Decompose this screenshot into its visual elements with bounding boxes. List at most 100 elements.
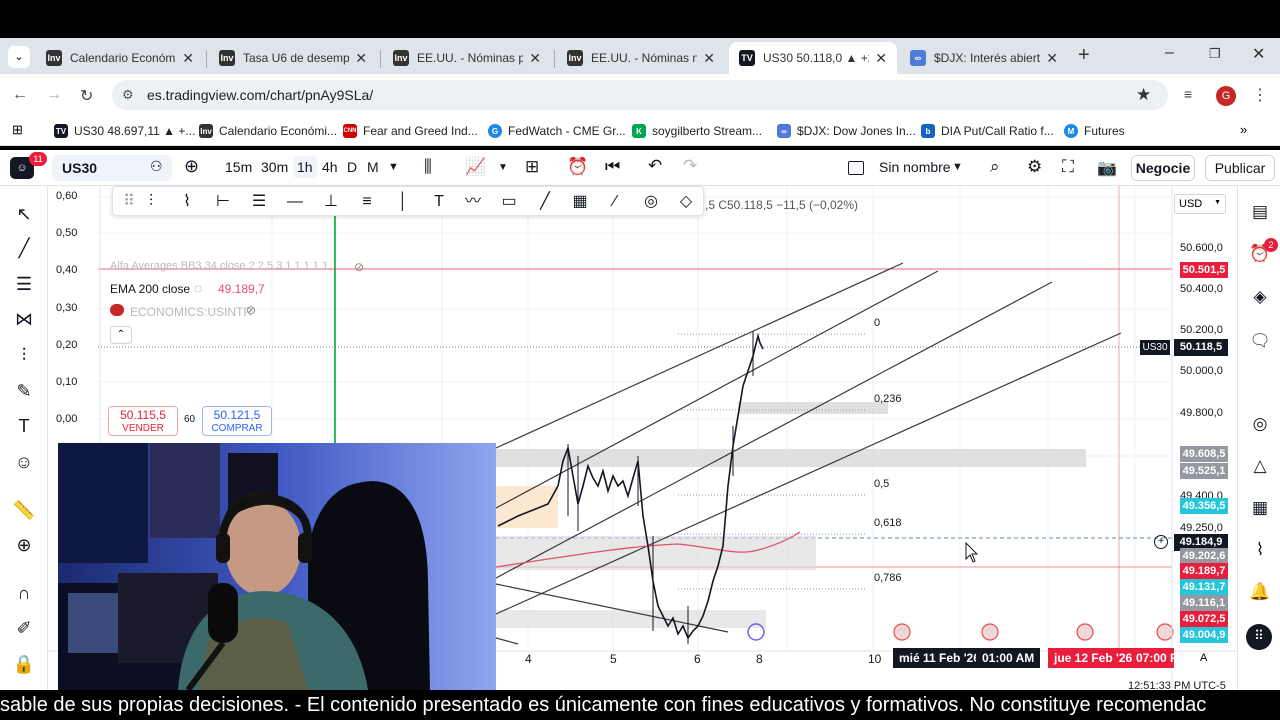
- stream-icon[interactable]: ⌇: [1248, 538, 1272, 562]
- new-tab-button[interactable]: +: [1078, 44, 1090, 67]
- interval-30m[interactable]: 30m: [261, 159, 288, 175]
- close-tab-icon[interactable]: ✕: [529, 50, 541, 67]
- fib-tool-icon[interactable]: ☰: [12, 272, 36, 296]
- interval-1h-active[interactable]: 1h: [293, 156, 317, 178]
- bookmark-star-icon[interactable]: ★: [1136, 85, 1151, 105]
- trend-line-icon[interactable]: ╱: [533, 190, 557, 214]
- grid-icon[interactable]: ▦: [568, 190, 592, 214]
- fib-retracement-icon[interactable]: ☰: [247, 190, 271, 214]
- projection-icon[interactable]: ⫶: [12, 343, 36, 367]
- negocie-button[interactable]: Negocie: [1131, 155, 1195, 181]
- profile-avatar[interactable]: G: [1216, 86, 1236, 106]
- ruler-icon[interactable]: 📏: [12, 498, 36, 522]
- chevron-down-icon[interactable]: ▼: [388, 161, 399, 173]
- idea-icon[interactable]: ◎: [1248, 412, 1272, 436]
- apps-icon[interactable]: ⊞: [12, 122, 23, 138]
- curve-icon[interactable]: ⌇: [175, 190, 199, 214]
- pine-icon[interactable]: △: [1248, 454, 1272, 478]
- magnet-icon[interactable]: ∩: [12, 581, 36, 605]
- zoom-in-icon[interactable]: ⊕: [12, 533, 36, 557]
- hidden-eye-icon[interactable]: ⊘: [354, 260, 364, 274]
- bookmark-2[interactable]: CNN Fear and Greed Ind...: [343, 122, 478, 140]
- lock-drawing-icon[interactable]: ✐: [12, 616, 36, 640]
- horizontal-line-icon[interactable]: —: [283, 190, 307, 214]
- camera-icon[interactable]: 📷: [1097, 158, 1117, 178]
- cursor-icon[interactable]: ↖: [12, 202, 36, 226]
- apps-grid-icon[interactable]: ⠿: [1246, 624, 1272, 650]
- trend-line-icon[interactable]: ╱: [12, 236, 36, 260]
- watchlist-icon[interactable]: ▤: [1248, 200, 1272, 224]
- reload-icon[interactable]: ↻: [80, 86, 93, 106]
- rectangle-icon[interactable]: ▭: [497, 190, 521, 214]
- tab-3[interactable]: Inv EE.UU. - Nóminas no ✕: [557, 42, 725, 74]
- collapse-legend-button[interactable]: ⌃: [110, 326, 132, 344]
- candles-icon[interactable]: ⫼: [424, 157, 432, 177]
- vertical-line-icon[interactable]: │: [391, 190, 415, 214]
- compare-symbol-icon[interactable]: ⚇: [150, 158, 163, 175]
- close-tab-icon[interactable]: ✕: [355, 50, 367, 67]
- bookmark-6[interactable]: b DIA Put/Call Ratio f...: [921, 122, 1054, 140]
- tab-2[interactable]: Inv EE.UU. - Nóminas pri ✕: [383, 42, 551, 74]
- lock-icon[interactable]: 🔒: [12, 652, 36, 676]
- close-tab-icon[interactable]: ✕: [703, 50, 715, 67]
- chevron-down-icon[interactable]: ▼: [952, 161, 963, 173]
- bookmark-1[interactable]: Inv Calendario Económi...: [199, 122, 337, 140]
- publicar-button[interactable]: Publicar: [1205, 155, 1275, 181]
- interval-15m[interactable]: 15m: [225, 159, 252, 175]
- buy-button[interactable]: 50.121,5 COMPRAR: [202, 406, 272, 436]
- quick-search-icon[interactable]: ⌕: [990, 157, 1000, 177]
- settings-icon[interactable]: ⚙: [1027, 157, 1042, 177]
- undo-icon[interactable]: ↶: [648, 156, 662, 176]
- tab-4-active[interactable]: TV US30 50.118,0 ▲ +2. ✕: [729, 42, 897, 74]
- tab-0[interactable]: Inv Calendario Económic ✕: [36, 42, 204, 74]
- interval-m[interactable]: M: [367, 159, 379, 175]
- bookmark-0[interactable]: TV US30 48.697,11 ▲ +...: [54, 122, 195, 140]
- pattern-icon[interactable]: ⋈: [12, 307, 36, 331]
- bookmarks-overflow-icon[interactable]: »: [1240, 122, 1247, 137]
- sell-button[interactable]: 50.115,5 VENDER: [108, 406, 178, 436]
- interval-d[interactable]: D: [347, 159, 357, 175]
- polyline-icon[interactable]: ◇: [674, 190, 698, 214]
- interval-4h[interactable]: 4h: [322, 159, 338, 175]
- media-control-icon[interactable]: ≡: [1184, 86, 1192, 102]
- close-tab-icon[interactable]: ✕: [1046, 50, 1058, 67]
- close-tab-icon[interactable]: ✕: [875, 50, 887, 67]
- currency-selector[interactable]: USD ▼: [1174, 194, 1226, 214]
- browser-menu-icon[interactable]: ⋮: [1252, 85, 1268, 105]
- close-tab-icon[interactable]: ✕: [182, 50, 194, 67]
- tab-5[interactable]: ∞ $DJX: Interés abierto ✕: [900, 42, 1068, 74]
- brush-icon[interactable]: ✎: [12, 379, 36, 403]
- redo-icon[interactable]: ↷: [683, 156, 697, 176]
- forward-icon[interactable]: →: [46, 86, 62, 104]
- economics-indicator[interactable]: ECONOMICS:USINTR: [130, 305, 252, 319]
- ema-indicator-label[interactable]: EMA 200 close: [110, 282, 190, 296]
- hidden-eye-icon[interactable]: ⊘: [246, 303, 256, 317]
- notifications-icon[interactable]: 🔔: [1248, 580, 1272, 604]
- parallel-channel-icon[interactable]: ≡: [355, 190, 379, 214]
- templates-icon[interactable]: ⊞: [525, 157, 539, 177]
- site-info-icon[interactable]: ⚙: [122, 87, 134, 103]
- price-range-icon[interactable]: ⊥: [319, 190, 343, 214]
- pitchfork-icon[interactable]: ⫶: [139, 190, 163, 214]
- restore-button[interactable]: ❐: [1209, 46, 1221, 62]
- add-symbol-icon[interactable]: ⊕: [184, 156, 199, 177]
- auto-scale-button[interactable]: A: [1200, 652, 1207, 664]
- indicators-icon[interactable]: 📈: [465, 157, 486, 177]
- bookmark-4[interactable]: Ksoygilberto Stream...: [632, 122, 762, 140]
- close-window-button[interactable]: ✕: [1252, 44, 1265, 64]
- chevron-down-icon[interactable]: ▼: [498, 162, 508, 173]
- tab-list-button[interactable]: ⌄: [8, 46, 30, 68]
- bookmark-5[interactable]: ∞ $DJX: Dow Jones In...: [777, 122, 916, 140]
- layout-name[interactable]: Sin nombre: [879, 159, 951, 175]
- layout-icon[interactable]: [848, 161, 864, 175]
- path-icon[interactable]: 〰: [461, 190, 485, 214]
- url-field[interactable]: ⚙ es.tradingview.com/chart/pnAy9SLa/ ★: [112, 80, 1168, 110]
- emoji-icon[interactable]: ☺: [12, 450, 36, 474]
- brush-icon[interactable]: ∕: [603, 190, 627, 214]
- drag-handle-icon[interactable]: ⠿: [117, 190, 141, 214]
- bookmark-7[interactable]: M Futures: [1064, 122, 1125, 140]
- minimize-button[interactable]: –: [1165, 44, 1174, 62]
- alert-icon[interactable]: ⏰: [567, 157, 588, 177]
- text-icon[interactable]: T: [12, 414, 36, 438]
- add-alert-icon[interactable]: +: [1154, 535, 1168, 549]
